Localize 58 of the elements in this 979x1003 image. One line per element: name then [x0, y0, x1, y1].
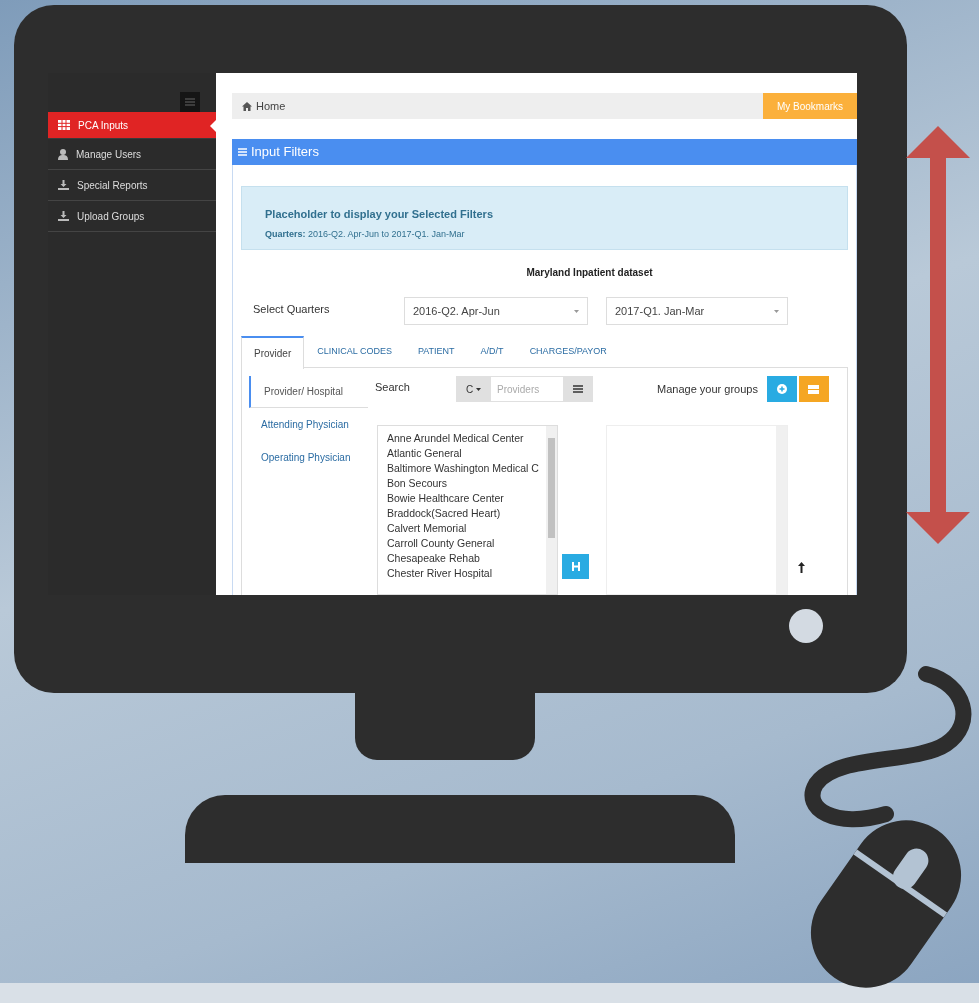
quarters-label: Select Quarters [252, 302, 331, 317]
add-group-button[interactable] [766, 376, 797, 402]
sub-tab[interactable]: Provider/ Hospital [249, 376, 368, 408]
quarter-select[interactable]: 2016-Q2. Apr-Jun [404, 297, 588, 325]
caret-icon [774, 309, 779, 313]
menu-button[interactable] [180, 92, 200, 112]
provider-option[interactable]: Braddock(Sacred Heart) [387, 506, 546, 521]
skip-forward-icon [571, 562, 580, 571]
panel-title: Input Filters [251, 143, 319, 162]
sidebar-item[interactable]: PCA Inputs [48, 112, 216, 139]
search-label: Search [375, 380, 411, 395]
provider-option[interactable]: Bon Secours [387, 476, 546, 491]
search-prefix-dropdown[interactable]: C [456, 376, 491, 402]
tab[interactable]: Provider [241, 336, 305, 369]
provider-search-field[interactable]: C Providers [456, 376, 593, 402]
grid-icon [58, 120, 70, 130]
provider-option[interactable]: Calvert Memorial [387, 521, 546, 536]
tab[interactable]: CHARGES/PAYOR [516, 336, 620, 368]
double-arrow-icon [906, 126, 970, 544]
sub-tab[interactable]: Attending Physician [249, 408, 368, 441]
selected-filters-title: Placeholder to display your Selected Filters [265, 207, 495, 222]
provider-option[interactable]: Atlantic General [387, 446, 546, 461]
groups-list-button[interactable] [798, 376, 829, 402]
plus-circle-icon [776, 384, 787, 394]
search-input[interactable]: Providers [491, 376, 563, 402]
provider-option[interactable]: Chesapeake Rehab [387, 551, 546, 566]
dataset-title: Maryland Inpatient dataset [525, 266, 654, 280]
list-icon [808, 384, 820, 394]
groups-label: Manage your groups [657, 382, 758, 397]
provider-option[interactable]: Carroll County General [387, 536, 546, 551]
sidebar-item[interactable]: Special Reports [48, 170, 216, 201]
user-icon [58, 148, 68, 160]
provider-option[interactable]: Anne Arundel Medical Center [387, 431, 546, 446]
caret-icon [476, 387, 482, 391]
sidebar-item[interactable]: Manage Users [48, 139, 216, 170]
provider-option[interactable]: Chester River Hospital [387, 566, 546, 581]
tab[interactable]: CLINICAL CODES [304, 336, 405, 368]
tab[interactable]: PATIENT [404, 336, 468, 368]
list-icon [573, 385, 583, 393]
download-icon [58, 180, 69, 190]
menu-icon [185, 98, 195, 106]
sidebar-item[interactable]: Upload Groups [48, 201, 216, 232]
provider-option[interactable]: Bowie Healthcare Center [387, 491, 546, 506]
pointer-notch-icon [210, 120, 216, 132]
move-all-button[interactable] [562, 554, 589, 579]
provider-option[interactable]: Baltimore Washington Medical C [387, 461, 546, 476]
selected-filters-summary: Quarters: 2016-Q2. Apr-Jun to 2017-Q1. Jan-Mar [265, 227, 466, 241]
tab[interactable]: A/D/T [467, 336, 517, 368]
caret-icon [574, 309, 579, 313]
download-icon [58, 211, 69, 221]
home-icon [242, 101, 252, 111]
sub-tab[interactable]: Operating Physician [249, 441, 368, 474]
providers-listbox[interactable] [377, 425, 558, 595]
menu-icon [238, 148, 247, 156]
quarter-select[interactable]: 2017-Q1. Jan-Mar [606, 297, 788, 325]
home-link[interactable]: Home [256, 97, 286, 115]
up-arrow-icon [798, 562, 805, 573]
list-view-button[interactable] [563, 376, 593, 402]
